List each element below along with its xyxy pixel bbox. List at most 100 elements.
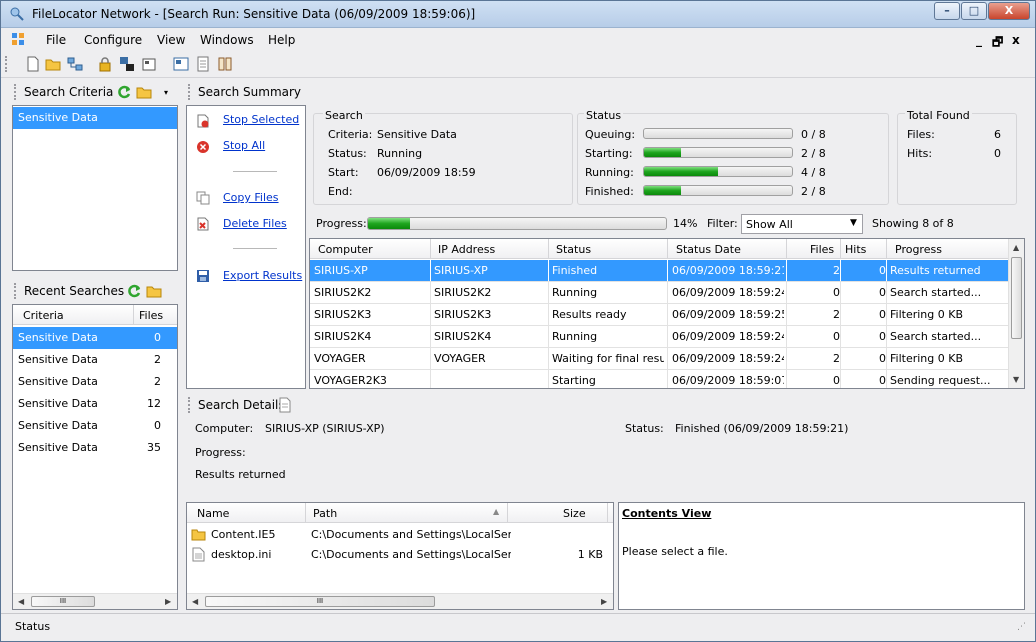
computer-icon[interactable] bbox=[119, 56, 135, 72]
properties-icon[interactable] bbox=[141, 56, 157, 72]
sort-ascending-icon: ▲ bbox=[493, 507, 500, 516]
scroll-thumb[interactable] bbox=[1011, 257, 1022, 339]
column-divider bbox=[548, 370, 549, 388]
table-row[interactable]: SIRIUS2K4 SIRIUS2K4 Running 06/09/2009 18:5… bbox=[310, 326, 1008, 348]
open-folder-icon[interactable] bbox=[45, 56, 61, 72]
export-results-link[interactable]: Export Results bbox=[223, 269, 302, 282]
stop-selected-icon[interactable] bbox=[196, 114, 210, 128]
column-header-ip-address[interactable]: IP Address bbox=[438, 243, 495, 256]
copy-files-icon[interactable] bbox=[196, 191, 210, 205]
list-item[interactable]: Content.IE5 C:\Documents and Settings\Lo… bbox=[187, 524, 613, 546]
filter-dropdown[interactable]: Show All ▼ bbox=[741, 214, 863, 234]
refresh-icon[interactable] bbox=[126, 283, 142, 299]
table-row[interactable]: SIRIUS-XP SIRIUS-XP Finished 06/09/2009 18:… bbox=[310, 260, 1008, 282]
menu-file[interactable]: File bbox=[46, 33, 66, 47]
list-item[interactable]: Sensitive Data bbox=[13, 107, 177, 129]
scroll-up-icon[interactable]: ▲ bbox=[1013, 243, 1019, 252]
column-header-status[interactable]: Status bbox=[556, 243, 591, 256]
criteria-cell: Sensitive Data bbox=[18, 353, 98, 366]
table-header-row: Computer IP Address Status Status Date F… bbox=[310, 239, 1008, 259]
column-header-name[interactable]: Name bbox=[197, 507, 229, 520]
end-label: End: bbox=[328, 185, 353, 198]
recent-searches-list[interactable]: Criteria Files Sensitive Data 0 Sensitiv… bbox=[12, 304, 178, 610]
menu-view[interactable]: View bbox=[157, 33, 185, 47]
menu-help[interactable]: Help bbox=[268, 33, 295, 47]
column-header-files[interactable]: Files bbox=[810, 243, 834, 256]
new-icon[interactable] bbox=[25, 56, 41, 72]
search-criteria-list[interactable]: Sensitive Data bbox=[12, 105, 178, 271]
chevron-down-icon[interactable]: ▾ bbox=[164, 88, 168, 97]
report-icon[interactable] bbox=[195, 56, 211, 72]
mdi-close-button[interactable]: x bbox=[1012, 33, 1020, 47]
menu-configure[interactable]: Configure bbox=[84, 33, 142, 47]
stop-all-icon[interactable] bbox=[196, 140, 210, 154]
lock-icon[interactable] bbox=[97, 56, 113, 72]
resize-grip-icon[interactable]: ⋰ bbox=[1017, 622, 1026, 632]
column-header-criteria[interactable]: Criteria bbox=[23, 309, 64, 322]
column-header-status-date[interactable]: Status Date bbox=[676, 243, 741, 256]
scroll-thumb[interactable]: III bbox=[31, 596, 95, 607]
stop-selected-link[interactable]: Stop Selected bbox=[223, 113, 299, 126]
summary-info-area: Search Criteria: Sensitive Data Status: … bbox=[307, 105, 1026, 239]
table-row[interactable]: VOYAGER VOYAGER Waiting for final result 06… bbox=[310, 348, 1008, 370]
table-row[interactable]: Sensitive Data 2 bbox=[13, 349, 177, 371]
table-row[interactable]: SIRIUS2K2 SIRIUS2K2 Running 06/09/2009 18:5… bbox=[310, 282, 1008, 304]
panel-grip[interactable] bbox=[188, 84, 191, 100]
menu-windows[interactable]: Windows bbox=[200, 33, 254, 47]
document-icon[interactable] bbox=[278, 397, 292, 413]
table-row[interactable]: SIRIUS2K3 SIRIUS2K3 Results ready 06/09/200… bbox=[310, 304, 1008, 326]
open-folder-icon[interactable] bbox=[136, 84, 152, 100]
horizontal-scrollbar[interactable]: ◀ III ▶ bbox=[187, 593, 613, 609]
column-header-size[interactable]: Size bbox=[563, 507, 586, 520]
column-header-hits[interactable]: Hits bbox=[845, 243, 866, 256]
table-row[interactable]: Sensitive Data 12 bbox=[13, 393, 177, 415]
help-book-icon[interactable] bbox=[217, 56, 233, 72]
scroll-left-icon[interactable]: ◀ bbox=[18, 597, 24, 606]
window-title: FileLocator Network - [Search Run: Sensi… bbox=[32, 7, 476, 21]
scroll-right-icon[interactable]: ▶ bbox=[165, 597, 171, 606]
delete-files-link[interactable]: Delete Files bbox=[223, 217, 287, 230]
options-icon[interactable] bbox=[173, 56, 189, 72]
column-header-path[interactable]: Path bbox=[313, 507, 337, 520]
scroll-right-icon[interactable]: ▶ bbox=[601, 597, 607, 606]
mdi-minimize-button[interactable]: _ bbox=[976, 33, 982, 47]
table-row[interactable]: Sensitive Data 0 bbox=[13, 327, 177, 349]
cell-hits: 0 bbox=[879, 374, 886, 387]
recent-searches-title: Recent Searches bbox=[24, 284, 125, 298]
network-icon[interactable] bbox=[67, 56, 83, 72]
table-row[interactable]: Sensitive Data 0 bbox=[13, 415, 177, 437]
panel-grip[interactable] bbox=[188, 397, 191, 413]
close-button[interactable]: X bbox=[988, 2, 1030, 20]
table-row[interactable]: VOYAGER2K3 Starting 06/09/2009 18:59:07 0 0 S… bbox=[310, 370, 1008, 388]
maximize-button[interactable]: □ bbox=[961, 2, 987, 20]
delete-files-icon[interactable] bbox=[196, 217, 210, 231]
scroll-down-icon[interactable]: ▼ bbox=[1013, 375, 1019, 384]
stop-all-link[interactable]: Stop All bbox=[223, 139, 265, 152]
panel-grip[interactable] bbox=[14, 283, 17, 299]
divider bbox=[233, 248, 277, 249]
files-cell: 12 bbox=[147, 397, 161, 410]
save-icon[interactable] bbox=[196, 269, 210, 283]
list-item[interactable]: desktop.ini C:\Documents and Settings\Lo… bbox=[187, 544, 613, 566]
open-folder-icon[interactable] bbox=[146, 283, 162, 299]
column-header-computer[interactable]: Computer bbox=[318, 243, 373, 256]
panel-grip[interactable] bbox=[14, 84, 17, 100]
mdi-restore-button[interactable]: 🗗 bbox=[992, 33, 1003, 54]
column-header-files[interactable]: Files bbox=[139, 309, 163, 322]
chevron-down-icon[interactable]: ▼ bbox=[850, 218, 857, 228]
table-row[interactable]: Sensitive Data 2 bbox=[13, 371, 177, 393]
scroll-thumb[interactable]: III bbox=[205, 596, 435, 607]
finished-count: 2 / 8 bbox=[801, 185, 826, 198]
details-progress-label: Progress: bbox=[195, 446, 246, 459]
table-row[interactable]: Sensitive Data 35 bbox=[13, 437, 177, 459]
toolbar-grip[interactable] bbox=[5, 56, 8, 72]
column-header-progress[interactable]: Progress bbox=[895, 243, 942, 256]
column-divider bbox=[548, 304, 549, 326]
horizontal-scrollbar[interactable]: ◀ III ▶ bbox=[13, 593, 177, 609]
minimize-button[interactable]: – bbox=[934, 2, 960, 20]
refresh-icon[interactable] bbox=[116, 84, 132, 100]
vertical-scrollbar[interactable]: ▲ ▼ bbox=[1008, 239, 1024, 388]
scroll-left-icon[interactable]: ◀ bbox=[192, 597, 198, 606]
copy-files-link[interactable]: Copy Files bbox=[223, 191, 279, 204]
criteria-cell: Sensitive Data bbox=[18, 397, 98, 410]
